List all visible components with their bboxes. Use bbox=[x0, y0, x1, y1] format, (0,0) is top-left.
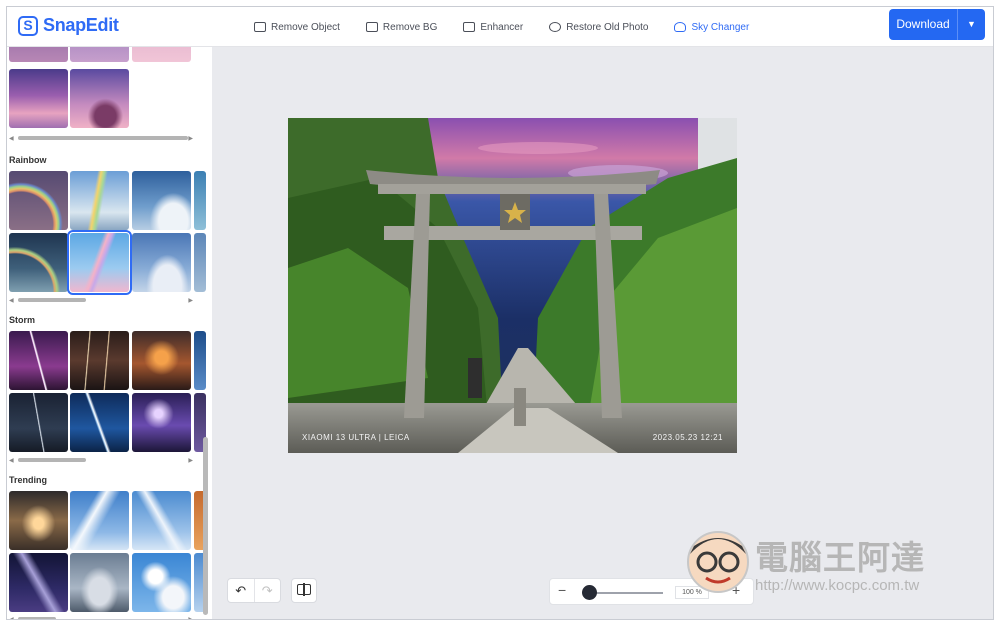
edited-photo bbox=[288, 118, 737, 453]
sky-thumbnail[interactable] bbox=[194, 171, 206, 230]
sky-thumbnail[interactable] bbox=[9, 69, 68, 128]
app-window: S SnapEdit Remove Object Remove BG Enhan… bbox=[6, 6, 994, 620]
sky-thumbnail[interactable] bbox=[9, 47, 68, 62]
sky-thumbnail-selected[interactable] bbox=[67, 230, 132, 295]
photo-watermark-right: 2023.05.23 12:21 bbox=[652, 433, 723, 442]
mascot-face-icon bbox=[687, 531, 749, 593]
nav-restore-old-photo[interactable]: Restore Old Photo bbox=[549, 22, 648, 33]
sky-thumbnail[interactable] bbox=[70, 47, 129, 62]
horizontal-scrollbar[interactable]: ◀ ▶ bbox=[9, 457, 193, 464]
compare-button[interactable] bbox=[291, 578, 317, 603]
brand-url: http://www.kocpc.com.tw bbox=[755, 577, 920, 594]
horizontal-scrollbar[interactable]: ◀ ▶ bbox=[9, 297, 193, 304]
sky-changer-icon bbox=[674, 22, 687, 32]
sky-thumbnail[interactable] bbox=[132, 171, 191, 230]
brand-name: 電腦王阿達 bbox=[755, 539, 925, 576]
sky-thumbnail[interactable] bbox=[194, 331, 206, 390]
sky-thumbnail[interactable] bbox=[132, 331, 191, 390]
sky-thumbnail[interactable] bbox=[9, 331, 68, 390]
photo-canvas[interactable]: XIAOMI 13 ULTRA | LEICA 2023.05.23 12:21 bbox=[288, 118, 737, 453]
sky-gallery-sidebar: ◀ ▶ Rainbow ◀ ▶ Storm ◀ ▶ Trending ◀ ▶ bbox=[7, 47, 212, 619]
compare-icon bbox=[297, 583, 311, 597]
sky-thumbnail[interactable] bbox=[132, 553, 191, 612]
zoom-slider-track[interactable] bbox=[587, 592, 663, 594]
sky-thumbnail[interactable] bbox=[70, 69, 129, 128]
nav-remove-bg[interactable]: Remove BG bbox=[365, 22, 437, 33]
brand-watermark: 電腦王阿達 http://www.kocpc.com.tw bbox=[682, 524, 972, 604]
sky-thumbnail[interactable] bbox=[9, 491, 68, 550]
photo-watermark-left: XIAOMI 13 ULTRA | LEICA bbox=[302, 433, 410, 442]
tool-nav: Remove Object Remove BG Enhancer Restore… bbox=[254, 7, 775, 47]
enhancer-icon bbox=[463, 22, 476, 32]
sidebar-vertical-scrollbar[interactable] bbox=[203, 437, 208, 615]
nav-enhancer[interactable]: Enhancer bbox=[463, 22, 523, 33]
sky-thumbnail[interactable] bbox=[70, 393, 129, 452]
remove-bg-icon bbox=[365, 22, 378, 32]
app-name: SnapEdit bbox=[43, 15, 119, 35]
sky-thumbnail[interactable] bbox=[70, 331, 129, 390]
app-logo[interactable]: S SnapEdit bbox=[18, 15, 119, 36]
sky-thumbnail[interactable] bbox=[132, 47, 191, 62]
nav-remove-object[interactable]: Remove Object bbox=[254, 22, 340, 33]
sky-thumbnail[interactable] bbox=[132, 233, 191, 292]
zoom-slider-handle[interactable] bbox=[582, 585, 597, 600]
sky-thumbnail[interactable] bbox=[70, 491, 129, 550]
sky-thumbnail[interactable] bbox=[132, 491, 191, 550]
category-title: Rainbow bbox=[9, 155, 47, 165]
sky-thumbnail[interactable] bbox=[70, 171, 129, 230]
sky-thumbnail[interactable] bbox=[9, 171, 68, 230]
redo-icon[interactable]: ↷ bbox=[253, 579, 281, 602]
category-title: Storm bbox=[9, 315, 36, 325]
sky-thumbnail[interactable] bbox=[132, 393, 191, 452]
logo-icon: S bbox=[18, 15, 38, 36]
sky-thumbnail[interactable] bbox=[9, 393, 68, 452]
zoom-out-button[interactable]: − bbox=[558, 582, 566, 598]
nav-sky-changer[interactable]: Sky Changer bbox=[674, 22, 749, 33]
undo-redo-group: ↶ ↷ bbox=[227, 578, 281, 603]
category-title: Trending bbox=[9, 475, 47, 485]
horizontal-scrollbar[interactable]: ◀ ▶ bbox=[9, 135, 193, 142]
horizontal-scrollbar[interactable]: ◀ ▶ bbox=[9, 616, 193, 619]
download-label[interactable]: Download bbox=[889, 9, 958, 40]
sky-thumbnail[interactable] bbox=[194, 233, 206, 292]
undo-icon[interactable]: ↶ bbox=[228, 579, 254, 602]
sky-thumbnail[interactable] bbox=[70, 553, 129, 612]
sky-thumbnail[interactable] bbox=[9, 233, 68, 292]
caret-down-icon[interactable]: ▼ bbox=[958, 9, 985, 40]
sky-thumbnail[interactable] bbox=[9, 553, 68, 612]
eraser-icon bbox=[254, 22, 266, 32]
restore-photo-icon bbox=[549, 22, 562, 32]
download-button[interactable]: Download ▼ bbox=[889, 9, 985, 40]
top-bar: S SnapEdit Remove Object Remove BG Enhan… bbox=[7, 7, 993, 47]
